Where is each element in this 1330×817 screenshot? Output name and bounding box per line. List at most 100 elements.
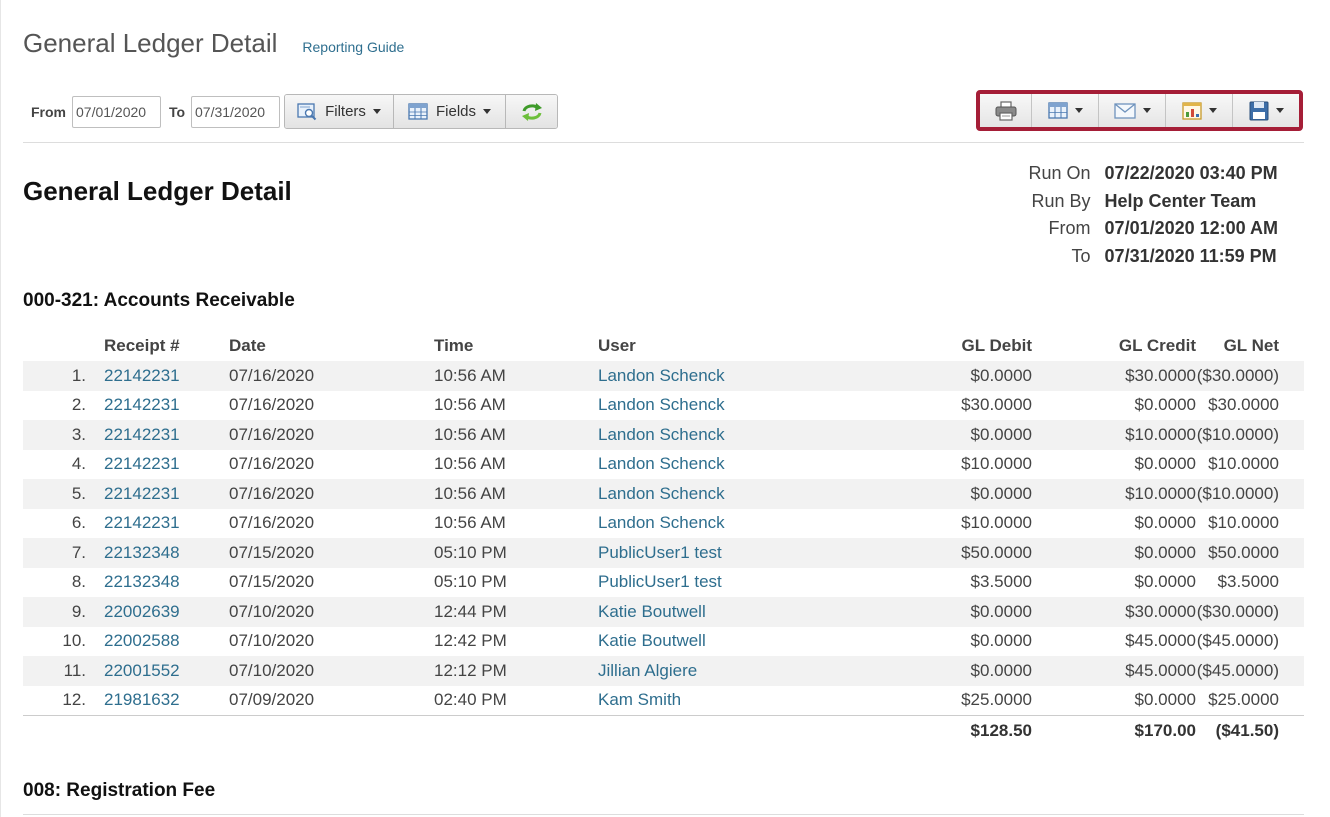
receipt-link[interactable]: 21981632 [104, 686, 229, 716]
user-link[interactable]: Katie Boutwell [598, 627, 868, 657]
receipt-link[interactable]: 22001552 [104, 656, 229, 686]
user-link[interactable]: Landon Schenck [598, 420, 868, 450]
chart-button[interactable] [1166, 94, 1233, 127]
chevron-down-icon [1275, 108, 1284, 113]
column-header-gl-credit[interactable]: GL Credit [1032, 331, 1196, 361]
meta-row: Run By Help Center Team [1029, 188, 1279, 216]
cell-gl-net: $25.0000 [1208, 690, 1279, 709]
user-link[interactable]: PublicUser1 test [598, 568, 868, 598]
receipt-link[interactable]: 22142231 [104, 479, 229, 509]
cell-time: 10:56 AM [434, 395, 506, 415]
fields-button[interactable]: Fields [394, 95, 506, 128]
print-icon [995, 100, 1017, 121]
cell-gl-net: ($45.0000) [1196, 631, 1279, 651]
to-date-input[interactable] [191, 96, 280, 128]
total-gl-debit: $128.50 [868, 714, 1032, 745]
column-header-gl-net[interactable]: GL Net [1196, 331, 1304, 361]
user-link[interactable]: Katie Boutwell [598, 597, 868, 627]
cell-gl-debit: $10.0000 [961, 454, 1032, 474]
row-index: 4. [71, 454, 86, 474]
cell-gl-debit: $0.0000 [868, 361, 1032, 391]
cell-gl-credit: $0.0000 [1134, 513, 1196, 533]
chevron-down-icon [1208, 108, 1217, 113]
table-row: 4. 22142231 07/16/2020 10:56 AM Landon Schen… [23, 450, 1304, 480]
chevron-down-icon [1074, 108, 1083, 113]
cell-date: 07/15/2020 [229, 572, 315, 592]
user-link[interactable]: PublicUser1 test [598, 538, 868, 568]
cell-gl-debit: $25.0000 [961, 690, 1032, 709]
meta-value: 07/22/2020 03:40 PM [1104, 163, 1278, 184]
row-index: 6. [71, 513, 86, 533]
row-index: 9. [23, 597, 104, 627]
receipt-link[interactable]: 22142231 [104, 361, 229, 391]
column-header-user[interactable]: User [598, 331, 868, 361]
cell-gl-debit: $30.0000 [961, 395, 1032, 415]
page-title: General Ledger Detail [23, 28, 278, 58]
filters-button[interactable]: Filters [285, 95, 394, 128]
cell-gl-net: $3.5000 [1217, 572, 1279, 592]
meta-key: To [1071, 245, 1091, 266]
cell-date: 07/10/2020 [229, 656, 434, 686]
user-link[interactable]: Landon Schenck [598, 450, 868, 480]
user-link[interactable]: Landon Schenck [598, 391, 868, 421]
meta-row: Run On 07/22/2020 03:40 PM [1029, 160, 1279, 188]
column-header-index [23, 331, 104, 361]
cell-gl-credit: $10.0000 [1032, 420, 1196, 450]
cell-gl-credit: $30.0000 [1032, 597, 1196, 627]
cell-gl-credit: $0.0000 [1134, 454, 1196, 474]
filters-label: Filters [325, 103, 366, 120]
receipt-link[interactable]: 22002588 [104, 627, 229, 657]
user-link[interactable]: Jillian Algiere [598, 656, 868, 686]
total-gl-credit: $170.00 [1032, 714, 1196, 745]
user-link[interactable]: Landon Schenck [598, 479, 868, 509]
cell-time: 10:56 AM [434, 454, 506, 474]
cell-date: 07/10/2020 [229, 597, 434, 627]
cell-gl-net: $30.0000 [1208, 395, 1279, 415]
export-grid-button[interactable] [1032, 94, 1099, 127]
table-row: 1. 22142231 07/16/2020 10:56 AM Landon Schen… [23, 361, 1304, 391]
receipt-link[interactable]: 22002639 [104, 597, 229, 627]
reporting-guide-link[interactable]: Reporting Guide [302, 39, 404, 55]
print-button[interactable] [980, 94, 1032, 127]
cell-time: 12:42 PM [434, 631, 507, 651]
filter-icon [297, 102, 317, 121]
table-row: 12. 21981632 07/09/2020 02:40 PM Kam Smith $2… [23, 686, 1304, 716]
receipt-link[interactable]: 22132348 [104, 568, 229, 598]
meta-row: To 07/31/2020 11:59 PM [1029, 243, 1279, 271]
cell-gl-credit: $0.0000 [1032, 538, 1196, 568]
refresh-button[interactable] [506, 95, 557, 128]
cell-date: 07/10/2020 [229, 631, 315, 651]
section-title-accounts-receivable: 000-321: Accounts Receivable [23, 290, 295, 311]
column-header-receipt[interactable]: Receipt # [104, 331, 229, 361]
column-header-time[interactable]: Time [434, 331, 598, 361]
user-link[interactable]: Landon Schenck [598, 361, 868, 391]
user-link[interactable]: Kam Smith [598, 686, 868, 716]
cell-gl-credit: $0.0000 [1134, 572, 1196, 592]
user-link[interactable]: Landon Schenck [598, 509, 868, 539]
table-row: 10. 22002588 07/10/2020 12:42 PM Katie Boutw… [23, 627, 1304, 657]
ledger-table: Receipt # Date Time User GL Debit GL Cre… [23, 331, 1304, 745]
row-index: 1. [23, 361, 104, 391]
save-button[interactable] [1233, 94, 1299, 127]
cell-gl-net: $10.0000 [1208, 454, 1279, 474]
cell-gl-debit: $0.0000 [868, 656, 1032, 686]
report-toolbar: From To Filters [23, 90, 1304, 131]
column-header-date[interactable]: Date [229, 331, 434, 361]
table-row: 9. 22002639 07/10/2020 12:44 PM Katie Boutwe… [23, 597, 1304, 627]
from-date-input[interactable] [72, 96, 161, 128]
receipt-link[interactable]: 22132348 [104, 538, 229, 568]
to-label: To [169, 104, 186, 120]
total-gl-net: ($41.50) [1196, 714, 1304, 745]
column-header-gl-debit[interactable]: GL Debit [868, 331, 1032, 361]
receipt-link[interactable]: 22142231 [104, 420, 229, 450]
cell-time: 12:44 PM [434, 597, 598, 627]
report-title: General Ledger Detail [23, 176, 292, 206]
email-button[interactable] [1099, 94, 1166, 127]
cell-gl-credit: $45.0000 [1125, 631, 1196, 651]
cell-gl-debit: $0.0000 [868, 597, 1032, 627]
receipt-link[interactable]: 22142231 [104, 391, 229, 421]
receipt-link[interactable]: 22142231 [104, 509, 229, 539]
receipt-link[interactable]: 22142231 [104, 450, 229, 480]
cell-gl-net: ($30.0000) [1196, 361, 1304, 391]
cell-gl-net: ($10.0000) [1196, 420, 1304, 450]
